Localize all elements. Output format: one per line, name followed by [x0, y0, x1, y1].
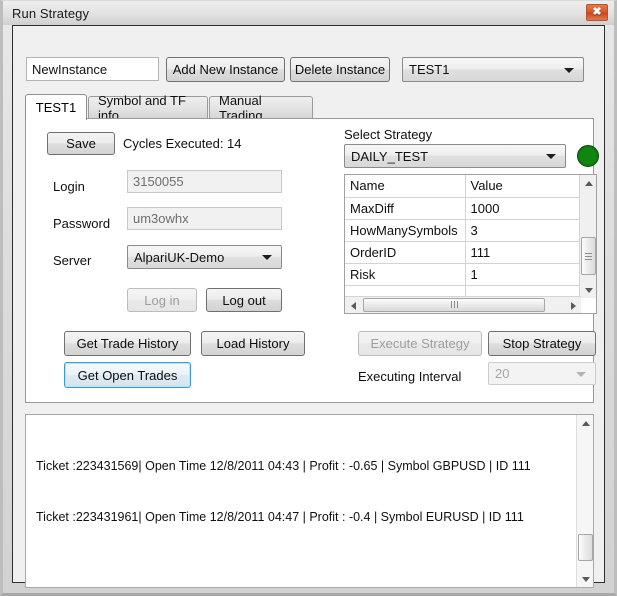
grip-lines-icon	[450, 296, 459, 313]
save-button[interactable]: Save	[47, 132, 115, 155]
password-input[interactable]: um3owhx	[127, 207, 282, 230]
scroll-down-icon[interactable]	[580, 282, 596, 298]
param-name: OrderID	[345, 241, 466, 264]
log-output-panel[interactable]: Ticket :223431569| Open Time 12/8/2011 0…	[25, 414, 594, 588]
log-out-button[interactable]: Log out	[206, 288, 282, 312]
server-select[interactable]: AlpariUK-Demo	[127, 245, 282, 269]
param-value[interactable]: 1	[465, 263, 580, 286]
table-row[interactable]: HowManySymbols 3	[345, 219, 580, 242]
log-line: Ticket :223431961| Open Time 12/8/2011 0…	[36, 510, 524, 524]
grid-horizontal-scrollbar[interactable]	[345, 296, 581, 313]
tab-strip: TEST1 Symbol and TF info Manual Trading	[25, 93, 594, 123]
scroll-right-icon[interactable]	[565, 297, 581, 313]
param-name: HowManySymbols	[345, 219, 466, 242]
server-select-value: AlpariUK-Demo	[134, 249, 225, 265]
column-header-value: Value	[465, 175, 580, 198]
scroll-up-icon[interactable]	[580, 175, 596, 191]
table-row[interactable]: OrderID 111	[345, 241, 580, 264]
grip-lines-icon	[585, 251, 592, 262]
login-label: Login	[53, 179, 85, 194]
cycles-executed-label: Cycles Executed: 14	[123, 136, 242, 151]
tab-panel-test1: Save Cycles Executed: 14 Login 3150055 P…	[25, 118, 599, 403]
close-glyph: ✖	[592, 6, 602, 18]
executing-interval-value: 20	[495, 366, 510, 381]
chevron-down-icon	[546, 154, 556, 159]
close-icon[interactable]: ✖	[586, 4, 608, 21]
get-trade-history-button[interactable]: Get Trade History	[64, 331, 191, 356]
select-strategy-label: Select Strategy	[344, 127, 433, 142]
tab-test1[interactable]: TEST1	[25, 94, 87, 120]
log-in-button[interactable]: Log in	[127, 288, 197, 312]
table-row[interactable]: Risk 1	[345, 263, 580, 286]
instance-name-input[interactable]: NewInstance	[26, 57, 159, 81]
add-new-instance-button[interactable]: Add New Instance	[166, 57, 285, 82]
executing-interval-select[interactable]: 20	[488, 362, 596, 385]
scroll-up-icon[interactable]	[577, 415, 593, 431]
scroll-down-icon[interactable]	[577, 571, 593, 587]
log-vertical-scrollbar[interactable]	[576, 415, 593, 587]
status-indicator-led	[577, 145, 599, 167]
log-output-text: Ticket :223431569| Open Time 12/8/2011 0…	[36, 424, 573, 587]
log-line: Ticket :223431569| Open Time 12/8/2011 0…	[36, 459, 531, 473]
instance-select[interactable]: TEST1	[402, 57, 584, 82]
login-input[interactable]: 3150055	[127, 170, 282, 193]
log-vscroll-thumb[interactable]	[578, 534, 593, 561]
chevron-down-icon	[576, 371, 586, 377]
chevron-down-icon	[564, 67, 574, 73]
param-value[interactable]: 111	[465, 241, 580, 264]
get-open-trades-button[interactable]: Get Open Trades	[64, 362, 191, 388]
strategy-select[interactable]: DAILY_TEST	[344, 144, 566, 168]
window-title: Run Strategy	[12, 5, 90, 21]
instance-select-value: TEST1	[409, 62, 450, 77]
param-value[interactable]: 1000	[465, 197, 580, 220]
tab-manual-trading[interactable]: Manual Trading	[209, 93, 313, 123]
grid-hscroll-thumb[interactable]	[363, 298, 545, 312]
run-strategy-window: Run Strategy ✖ NewInstance Add New Insta…	[0, 0, 617, 596]
strategy-select-value: DAILY_TEST	[351, 148, 429, 164]
table-header-row: Name Value	[345, 175, 580, 198]
stop-strategy-button[interactable]: Stop Strategy	[488, 331, 596, 356]
grid-vertical-scrollbar[interactable]	[579, 175, 596, 298]
tab-test1-label: TEST1	[35, 100, 77, 115]
param-name: MaxDiff	[345, 197, 466, 220]
client-area: NewInstance Add New Instance Delete Inst…	[12, 25, 605, 588]
table-row[interactable]: MaxDiff 1000	[345, 197, 580, 220]
param-value[interactable]: 3	[465, 219, 580, 242]
server-label: Server	[53, 253, 92, 268]
strategy-parameters-grid: Name Value MaxDiff 1000 HowManySymbols 3	[344, 174, 597, 314]
delete-instance-button[interactable]: Delete Instance	[290, 57, 390, 82]
scroll-left-icon[interactable]	[345, 297, 361, 313]
tab-symbol-tf-info[interactable]: Symbol and TF info	[88, 93, 208, 123]
execute-strategy-button[interactable]: Execute Strategy	[358, 331, 482, 356]
load-history-button[interactable]: Load History	[201, 331, 305, 356]
parameters-table: Name Value MaxDiff 1000 HowManySymbols 3	[345, 175, 580, 303]
chevron-down-icon	[262, 255, 272, 260]
grid-vscroll-thumb[interactable]	[581, 237, 596, 275]
title-bar: Run Strategy ✖	[3, 1, 614, 25]
password-label: Password	[53, 216, 111, 231]
column-header-name: Name	[345, 175, 466, 198]
log-line-blank	[36, 560, 573, 577]
param-name: Risk	[345, 263, 466, 286]
executing-interval-label: Executing Interval	[358, 369, 462, 384]
